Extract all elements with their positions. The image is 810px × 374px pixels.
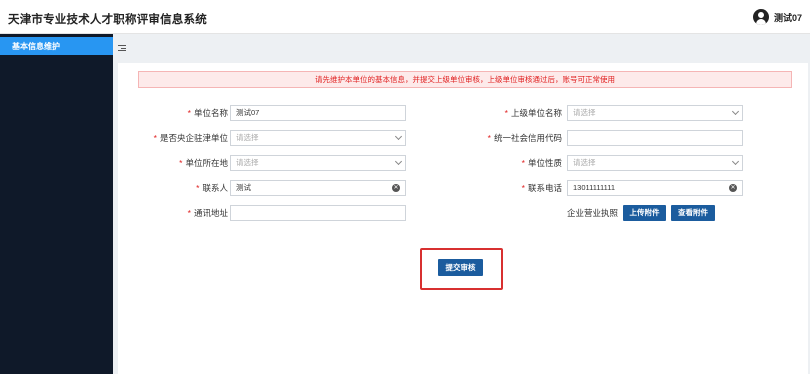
is-central-select[interactable]: 请选择 [230, 130, 406, 146]
upload-attachment-button[interactable]: 上传附件 [623, 205, 666, 221]
select-placeholder: 请选择 [573, 158, 596, 167]
required-mark: * [187, 208, 191, 218]
select-placeholder: 请选择 [573, 108, 596, 117]
contact-person-label: * 联系人 [138, 180, 228, 196]
required-mark: * [504, 108, 508, 118]
label-text: 联系电话 [527, 183, 562, 193]
input-value: 13011111111 [573, 183, 615, 192]
user-name[interactable]: 测试07 [774, 11, 802, 24]
sidebar-toggle-icon[interactable] [118, 44, 126, 52]
top-header: 天津市专业技术人才职称评审信息系统 测试07 [0, 0, 810, 34]
chevron-down-icon [731, 107, 740, 116]
contact-phone-label: * 联系电话 [478, 180, 562, 196]
label-text: 单位性质 [527, 158, 562, 168]
required-mark: * [179, 158, 183, 168]
required-mark: * [521, 158, 525, 168]
contact-phone-input[interactable]: 13011111111 ✕ [567, 180, 743, 196]
unit-name-input[interactable]: 测试07 [230, 105, 406, 121]
clear-icon[interactable]: ✕ [729, 184, 737, 192]
label-text: 联系人 [202, 183, 228, 193]
submit-review-button[interactable]: 提交审核 [438, 259, 483, 276]
required-mark: * [196, 183, 200, 193]
address-label: * 通讯地址 [138, 205, 228, 221]
notice-banner: 请先维护本单位的基本信息，并提交上级单位审核，上级单位审核通过后，账号可正常使用 [138, 71, 792, 88]
select-placeholder: 请选择 [236, 158, 259, 167]
credit-code-input[interactable] [567, 130, 743, 146]
unit-location-label: * 单位所在地 [138, 155, 228, 171]
unit-nature-label: * 单位性质 [478, 155, 562, 171]
chevron-down-icon [731, 157, 740, 166]
is-central-label: * 是否央企驻津单位 [128, 130, 228, 146]
parent-unit-label: * 上级单位名称 [478, 105, 562, 121]
label-text: 统一社会信用代码 [493, 133, 562, 143]
select-placeholder: 请选择 [236, 133, 259, 142]
address-input[interactable] [230, 205, 406, 221]
sidebar-item-basic-info[interactable]: 基本信息维护 [0, 37, 113, 55]
main-content: 请先维护本单位的基本信息，并提交上级单位审核，上级单位审核通过后，账号可正常使用… [113, 34, 810, 374]
clear-icon[interactable]: ✕ [392, 184, 400, 192]
sidebar: 基本信息维护 [0, 34, 113, 374]
parent-unit-select[interactable]: 请选择 [567, 105, 743, 121]
chevron-down-icon [394, 157, 403, 166]
user-menu[interactable]: 测试07 [752, 8, 802, 26]
chevron-down-icon [394, 132, 403, 141]
label-text: 是否央企驻津单位 [159, 133, 228, 143]
required-mark: * [487, 133, 491, 143]
contact-person-input[interactable]: 测试 ✕ [230, 180, 406, 196]
required-mark: * [187, 108, 191, 118]
label-text: 单位所在地 [185, 158, 228, 168]
view-attachment-button[interactable]: 查看附件 [671, 205, 715, 221]
unit-nature-select[interactable]: 请选择 [567, 155, 743, 171]
label-text: 通讯地址 [193, 208, 228, 218]
label-text: 上级单位名称 [510, 108, 562, 118]
label-text: 单位名称 [193, 108, 228, 118]
business-license-label: 企业营业执照 [566, 208, 618, 218]
app-title: 天津市专业技术人才职称评审信息系统 [8, 14, 207, 26]
form-card: 请先维护本单位的基本信息，并提交上级单位审核，上级单位审核通过后，账号可正常使用… [118, 63, 808, 374]
credit-code-label: * 统一社会信用代码 [448, 130, 562, 146]
input-value: 测试 [236, 183, 251, 192]
required-mark: * [153, 133, 157, 143]
unit-name-label: * 单位名称 [138, 105, 228, 121]
user-avatar-icon[interactable] [752, 9, 769, 25]
unit-location-select[interactable]: 请选择 [230, 155, 406, 171]
required-mark: * [521, 183, 525, 193]
